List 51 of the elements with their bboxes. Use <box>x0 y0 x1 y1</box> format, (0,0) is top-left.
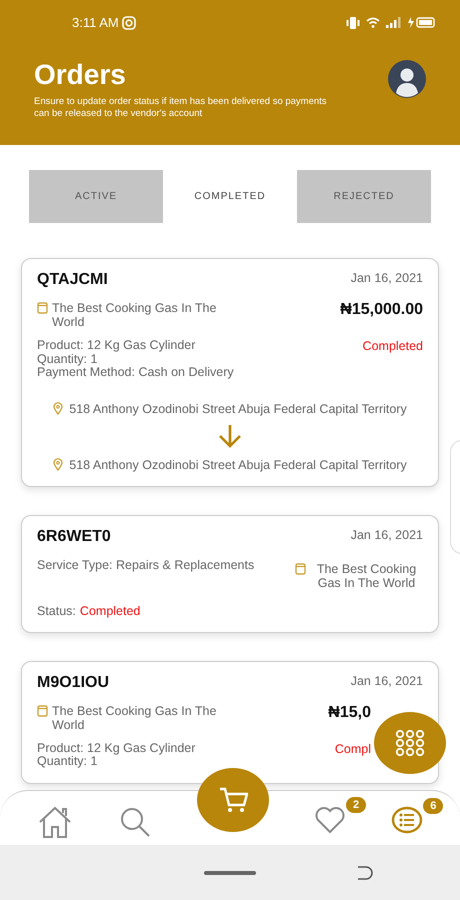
order-date: Jan 16, 2021 <box>350 271 423 285</box>
cylinder-icon <box>37 302 48 314</box>
signal-icon <box>386 17 402 28</box>
pickup-address: 518 Anthony Ozodinobi Street Abuja Federal Capital Territory <box>69 402 407 416</box>
order-card[interactable] <box>21 258 439 486</box>
vibrate-icon <box>346 16 360 28</box>
tab[interactable]: REJECTED <box>297 170 431 223</box>
tab[interactable]: ACTIVE <box>29 170 163 223</box>
order-code: QTAJCMI <box>37 271 108 289</box>
order-date: Jan 16, 2021 <box>350 674 423 688</box>
page-title: Orders <box>34 58 127 92</box>
order-code: 6R6WET0 <box>37 528 111 546</box>
order-detail: Quantity: 1 <box>37 755 98 768</box>
heart-icon[interactable] <box>314 804 346 834</box>
order-amount: ₦15,000.00 <box>340 301 423 319</box>
page-subtitle: Ensure to update order status if item has been delivered so payments can be released to the vendor's account <box>34 96 328 120</box>
back-icon[interactable] <box>356 866 374 880</box>
wifi-icon <box>366 17 380 28</box>
order-detail: Payment Method: Cash on Delivery <box>37 366 234 380</box>
vendor-name: The Best Cooking Gas In The World <box>316 562 418 590</box>
order-detail: Product: 12 Kg Gas Cylinder <box>37 742 196 755</box>
cart-icon <box>218 786 248 814</box>
order-status: Completed <box>362 339 423 353</box>
location-pin-icon <box>53 458 64 471</box>
status-label: Status: <box>37 604 76 618</box>
cylinder-icon <box>295 562 306 574</box>
orders-list-icon[interactable] <box>391 806 424 834</box>
delivery-address: 518 Anthony Ozodinobi Street Abuja Federal Capital Territory <box>69 458 407 472</box>
status-time: 3:11 AM <box>72 15 119 30</box>
cylinder-icon <box>37 704 48 716</box>
vendor-name: The Best Cooking Gas In The World <box>52 704 218 732</box>
grid-icon <box>395 730 425 756</box>
home-gesture-bar[interactable] <box>204 870 256 874</box>
vendor-name: The Best Cooking Gas In The World <box>52 301 218 329</box>
favorites-count-badge: 2 <box>346 796 366 812</box>
avatar-icon[interactable] <box>388 60 426 98</box>
order-detail: Quantity: 1 <box>37 352 98 366</box>
battery-icon <box>408 17 436 28</box>
order-status: Completed <box>80 604 140 618</box>
order-date: Jan 16, 2021 <box>350 528 423 542</box>
down-arrow-icon <box>217 424 243 448</box>
order-amount: ₦15,0 <box>328 704 371 722</box>
order-detail: Product: 12 Kg Gas Cylinder <box>37 339 196 352</box>
order-code: M9O1IOU <box>37 674 110 692</box>
home-icon[interactable] <box>36 806 73 838</box>
location-pin-icon <box>53 402 64 415</box>
camera-icon <box>122 16 136 30</box>
service-type: Service Type: Repairs & Replacements <box>37 558 254 572</box>
order-status: Compl <box>334 742 371 756</box>
order-card[interactable]: 6R6WET0 Jan 16, 2021 Service Type: Repairs & Replacements The Best Cooking Gas In The World Status: Completed <box>21 514 439 632</box>
orders-count-badge: 6 <box>423 798 444 814</box>
